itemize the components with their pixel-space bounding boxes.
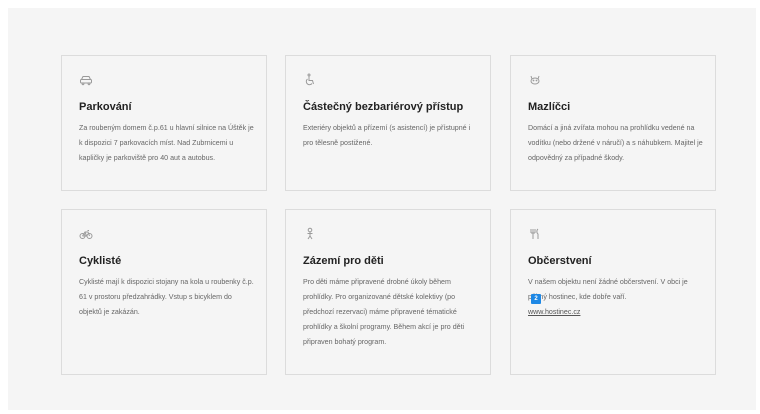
- card-title: Parkování: [79, 101, 132, 113]
- card-text: V našem objektu není žádné občerstvení. …: [528, 275, 705, 320]
- card-title: Částečný bezbariérový přístup: [303, 101, 464, 113]
- hostinec-link[interactable]: www.hostinec.cz: [528, 308, 580, 316]
- card-kids: Zázemí pro děti Pro děti máme připravené…: [285, 209, 491, 375]
- child-icon: [303, 227, 317, 241]
- card-text: Domácí a jiná zvířata mohou na prohlídku…: [528, 124, 703, 162]
- card-title: Občerstvení: [528, 255, 592, 267]
- card-pets: Mazlíčci Domácí a jiná zvířata mohou na …: [510, 55, 716, 191]
- card-parking: Parkování Za roubeným domem č.p.61 u hla…: [61, 55, 267, 191]
- card-text: Exteriéry objektů a přízemí (s asistencí…: [303, 124, 471, 147]
- fork-knife-icon: [528, 227, 542, 241]
- wheelchair-icon: [303, 73, 317, 87]
- bicycle-icon: [79, 227, 93, 241]
- card-text: Za roubeným domem č.p.61 u hlavní silnic…: [79, 124, 254, 162]
- card-text-body: V našem objektu není žádné občerstvení. …: [528, 278, 688, 301]
- pet-icon: [528, 73, 542, 87]
- card-text: Pro děti máme připravené drobné úkoly bě…: [303, 278, 465, 346]
- card-refreshments: Občerstvení V našem objektu není žádné o…: [510, 209, 716, 375]
- card-accessibility: Částečný bezbariérový přístup Exteriéry …: [285, 55, 491, 191]
- card-title: Cyklisté: [79, 255, 122, 267]
- card-title: Zázemí pro děti: [303, 255, 384, 267]
- notification-badge[interactable]: 2: [531, 294, 541, 304]
- card-text: Cyklisté mají k dispozici stojany na kol…: [79, 278, 254, 316]
- car-icon: [79, 73, 93, 87]
- card-title: Mazlíčci: [528, 101, 571, 113]
- card-cyclists: Cyklisté Cyklisté mají k dispozici stoja…: [61, 209, 267, 375]
